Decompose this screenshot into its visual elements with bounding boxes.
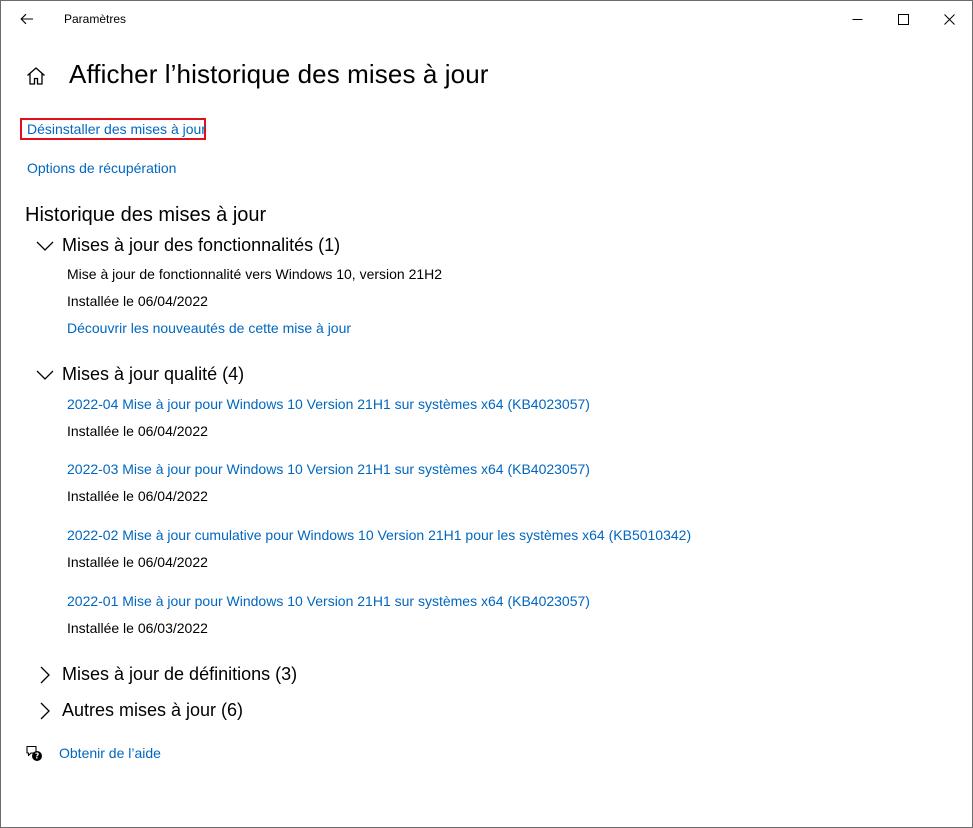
close-icon — [943, 13, 955, 25]
definition-updates-label: Mises à jour de définitions (3) — [62, 664, 298, 684]
minimize-icon — [852, 18, 862, 20]
feature-update-whats-new-link[interactable]: Découvrir les nouveautés de cette mise à… — [67, 320, 351, 336]
chevron-down-icon — [35, 365, 55, 385]
quality-update-date: Installée le 06/04/2022 — [67, 488, 208, 504]
app-title: Paramètres — [64, 12, 127, 26]
quality-update-date: Installée le 06/04/2022 — [67, 554, 208, 570]
chevron-right-icon — [35, 665, 55, 685]
quality-updates-label: Mises à jour qualité (4) — [62, 364, 245, 384]
home-button[interactable] — [25, 65, 47, 87]
feature-update-date: Installée le 06/04/2022 — [67, 293, 208, 309]
title-bar: Paramètres — [1, 1, 972, 37]
home-icon — [27, 67, 45, 85]
quality-update-link[interactable]: 2022-02 Mise à jour cumulative pour Wind… — [67, 527, 691, 543]
quality-update-link[interactable]: 2022-01 Mise à jour pour Windows 10 Vers… — [67, 593, 590, 609]
maximize-icon — [897, 13, 909, 25]
chevron-right-icon — [35, 701, 55, 721]
uninstall-updates-link[interactable]: Désinstaller des mises à jour — [27, 121, 206, 137]
other-updates-header[interactable]: Autres mises à jour (6) — [35, 700, 243, 721]
feature-updates-label: Mises à jour des fonctionnalités (1) — [62, 235, 341, 255]
other-updates-label: Autres mises à jour (6) — [62, 700, 244, 720]
maximize-button[interactable] — [880, 1, 926, 37]
settings-window: Paramètres Afficher l’historique des mis… — [0, 0, 973, 828]
history-section-title: Historique des mises à jour — [25, 204, 267, 226]
close-button[interactable] — [926, 1, 972, 37]
quality-update-link[interactable]: 2022-03 Mise à jour pour Windows 10 Vers… — [67, 461, 590, 477]
minimize-button[interactable] — [834, 1, 880, 37]
quality-update-link[interactable]: 2022-04 Mise à jour pour Windows 10 Vers… — [67, 396, 590, 412]
feature-update-title: Mise à jour de fonctionnalité vers Windo… — [67, 266, 443, 282]
help-chat-icon: ? — [26, 745, 42, 761]
page-title: Afficher l’historique des mises à jour — [69, 59, 489, 89]
quality-update-date: Installée le 06/03/2022 — [67, 620, 208, 636]
get-help-link[interactable]: Obtenir de l’aide — [59, 745, 161, 761]
feature-updates-header[interactable]: Mises à jour des fonctionnalités (1) — [35, 235, 340, 256]
definition-updates-header[interactable]: Mises à jour de définitions (3) — [35, 664, 297, 685]
back-button[interactable] — [9, 5, 45, 33]
quality-update-date: Installée le 06/04/2022 — [67, 423, 208, 439]
recovery-options-link[interactable]: Options de récupération — [27, 160, 176, 176]
chevron-down-icon — [35, 236, 55, 256]
quality-updates-header[interactable]: Mises à jour qualité (4) — [35, 364, 244, 385]
svg-text:?: ? — [35, 752, 39, 761]
back-arrow-icon — [20, 13, 33, 25]
get-help-row[interactable]: ? Obtenir de l’aide — [25, 744, 161, 762]
